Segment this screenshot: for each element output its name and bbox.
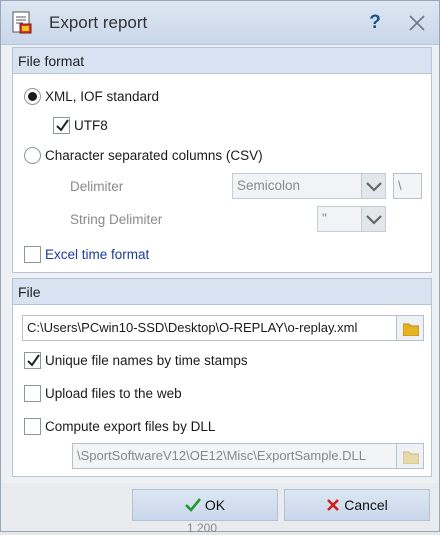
csv-radio[interactable] [24,147,41,164]
cancel-label: Cancel [344,497,388,513]
unique-names-label: Unique file names by time stamps [45,353,248,368]
close-icon[interactable] [405,11,429,35]
delimiter-char-field[interactable]: \ [393,173,422,199]
folder-icon [403,451,419,464]
file-format-group: File format XML, IOF standard UTF8 Chara… [12,47,432,273]
ok-button[interactable]: OK [132,489,278,521]
excel-time-label: Excel time format [45,247,150,262]
string-delimiter-value: " [322,211,327,226]
utf8-checkbox[interactable] [53,117,70,134]
chevron-down-icon[interactable] [361,207,385,231]
cancel-x-icon [327,499,340,511]
string-delimiter-label: String Delimiter [70,212,163,227]
checkmark-icon [184,498,201,512]
chevron-down-icon[interactable] [361,174,385,198]
delimiter-label: Delimiter [70,179,124,194]
export-report-dialog: Export report ? File format XML, IOF sta… [0,0,440,535]
folder-icon [403,323,419,336]
upload-label: Upload files to the web [45,386,182,401]
excel-time-checkbox[interactable] [24,246,41,263]
browse-dll-button[interactable] [396,443,424,469]
string-delimiter-select[interactable]: " [317,206,386,232]
dialog-title: Export report [49,13,148,32]
unique-names-checkbox[interactable] [24,352,41,369]
cancel-button[interactable]: Cancel [284,489,430,521]
help-button[interactable]: ? [363,9,387,37]
upload-checkbox[interactable] [24,385,41,402]
ok-label: OK [204,497,226,513]
csv-label: Character separated columns (CSV) [45,148,263,163]
button-bar: OK Cancel [1,483,439,531]
xml-radio[interactable] [24,88,41,105]
browse-folder-button[interactable] [396,315,424,341]
file-path-input[interactable]: C:\Users\PCwin10-SSD\Desktop\O-REPLAY\o-… [22,315,397,341]
xml-label: XML, IOF standard [45,89,160,104]
dll-label: Compute export files by DLL [45,419,216,434]
title-bar: Export report ? [1,1,439,45]
file-format-header: File format [13,48,431,74]
background-text: 1 200 [187,521,218,535]
file-group: File C:\Users\PCwin10-SSD\Desktop\O-REPL… [12,278,432,477]
dll-path-input[interactable]: \SportSoftwareV12\OE12\Misc\ExportSample… [72,443,397,469]
utf8-label: UTF8 [74,118,108,133]
delimiter-select-value: Semicolon [237,178,301,193]
dll-checkbox[interactable] [24,418,41,435]
delimiter-select[interactable]: Semicolon [232,173,386,199]
file-header: File [13,279,431,305]
report-icon [11,11,33,35]
